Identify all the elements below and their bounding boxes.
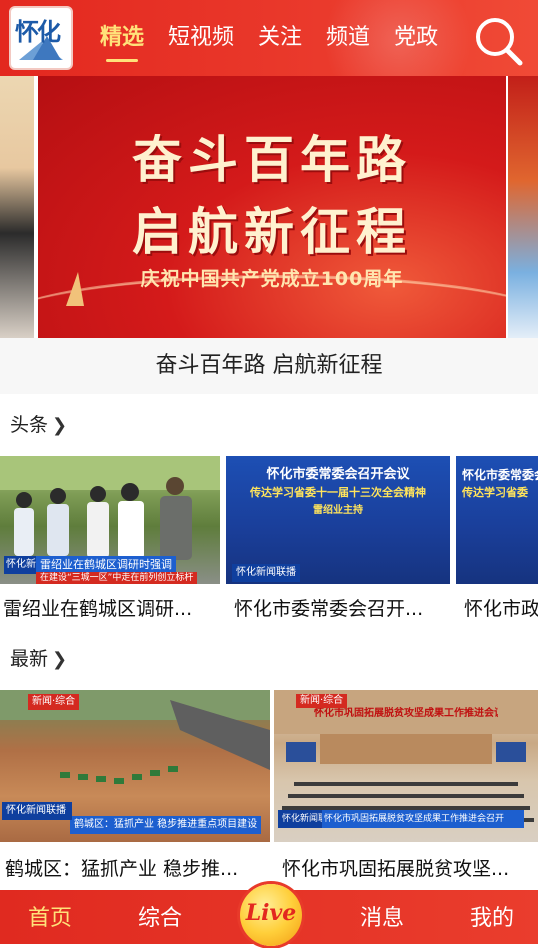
top-header: 怀化 精选 短视频 关注 频道 党政 bbox=[0, 0, 538, 76]
section-header-headlines[interactable]: 头条 ❯ bbox=[10, 410, 67, 440]
latest-card[interactable]: 怀化市巩固拓展脱贫攻坚成果工作推进会议 新闻·综合 怀化市巩固拓展脱贫攻坚成果工… bbox=[274, 690, 538, 886]
banner-slide[interactable]: 奋斗百年路 启航新征程 庆祝中国共产党成立100周年 bbox=[38, 76, 506, 338]
logo-text: 怀化 bbox=[15, 17, 61, 46]
banner-caption[interactable]: 奋斗百年路 启航新征程 bbox=[0, 338, 538, 394]
screen-heading: 怀化市委常委会召开会议 传达学习省委十一届十三次全会精神 雷绍业主持 bbox=[226, 456, 450, 520]
section-title: 最新 bbox=[10, 648, 49, 670]
tab-party-government[interactable]: 党政 bbox=[382, 0, 450, 76]
nav-general[interactable]: 综合 bbox=[128, 890, 192, 944]
next-slide-peek[interactable] bbox=[508, 76, 538, 338]
nav-home[interactable]: 首页 bbox=[18, 890, 82, 944]
banner-carousel[interactable]: 奋斗百年路 启航新征程 庆祝中国共产党成立100周年 bbox=[0, 76, 538, 338]
chevron-right-icon: ❯ bbox=[52, 415, 68, 436]
news-badge: 怀化新闻联播 bbox=[2, 802, 72, 820]
news-badge: 怀化新闻联播 bbox=[278, 810, 322, 828]
news-thumbnail: 雷绍业在鹤城区调研时强调 在建设“三城一区”中走在前列创立标杆 怀化新闻联播 bbox=[0, 456, 220, 584]
tab-featured[interactable]: 精选 bbox=[88, 0, 156, 76]
screen-host: 雷绍业主持 bbox=[313, 505, 363, 516]
live-label: Live bbox=[245, 900, 297, 926]
tab-follow[interactable]: 关注 bbox=[246, 0, 314, 76]
section-title: 头条 bbox=[10, 414, 49, 436]
lower-third-text: 怀化市巩固拓展脱贫攻坚成果工作推进会召开 bbox=[320, 810, 524, 828]
screen-heading-line: 怀化市委常委会 bbox=[462, 468, 538, 482]
section-header-latest[interactable]: 最新 ❯ bbox=[10, 644, 67, 674]
headline-caption: 雷绍业在鹤城区调研... bbox=[3, 598, 193, 620]
lower-third-text: 鹤城区：猛抓产业 稳步推进重点项目建设 bbox=[70, 816, 262, 834]
news-badge: 怀化新闻联播 bbox=[4, 556, 36, 574]
lower-third-text: 在建设“三城一区”中走在前列创立标杆 bbox=[36, 572, 198, 584]
screen-subheading: 传达学习省委 bbox=[462, 486, 528, 499]
app-logo[interactable]: 怀化 bbox=[9, 6, 73, 70]
screen-heading-line: 怀化市委常委会召开会议 bbox=[266, 467, 410, 482]
prev-slide-peek[interactable] bbox=[0, 76, 34, 338]
banner-title-line1: 奋斗百年路 bbox=[132, 130, 412, 189]
search-icon bbox=[476, 18, 523, 66]
latest-card[interactable]: 新闻·综合 鹤城区：猛抓产业 稳步推进重点项目建设 怀化新闻联播 鹤城区：猛抓产… bbox=[0, 690, 270, 886]
screen-heading: 怀化市委常委会 传达学习省委 bbox=[456, 456, 538, 502]
banner-subtitle: 庆祝中国共产党成立100周年 bbox=[140, 268, 404, 290]
nav-live-button[interactable]: Live bbox=[240, 884, 302, 946]
tab-short-video[interactable]: 短视频 bbox=[156, 0, 246, 76]
banner-title-line2: 启航新征程 bbox=[132, 202, 412, 261]
channel-tabs: 精选 短视频 关注 频道 党政 bbox=[88, 0, 450, 76]
latest-caption: 怀化市巩固拓展脱贫攻坚... bbox=[282, 858, 510, 880]
news-thumbnail: 新闻·综合 鹤城区：猛抓产业 稳步推进重点项目建设 怀化新闻联播 bbox=[0, 690, 270, 842]
news-thumbnail: 怀化市委常委会 传达学习省委 bbox=[456, 456, 538, 584]
tab-channels[interactable]: 频道 bbox=[314, 0, 382, 76]
nav-me[interactable]: 我的 bbox=[460, 890, 524, 944]
latest-caption: 鹤城区：猛抓产业 稳步推... bbox=[5, 858, 239, 880]
headline-caption: 怀化市委常委会召开... bbox=[234, 598, 424, 620]
search-button[interactable] bbox=[468, 12, 530, 68]
news-tag: 新闻·综合 bbox=[28, 694, 80, 710]
headline-caption: 怀化市政 bbox=[464, 598, 538, 620]
screen-subheading: 传达学习省委十一届十三次全会精神 bbox=[250, 486, 426, 499]
news-thumbnail: 怀化市委常委会召开会议 传达学习省委十一届十三次全会精神 雷绍业主持 怀化新闻联… bbox=[226, 456, 450, 584]
headline-card[interactable]: 雷绍业在鹤城区调研时强调 在建设“三城一区”中走在前列创立标杆 怀化新闻联播 雷… bbox=[0, 456, 220, 626]
headline-card[interactable]: 怀化市委常委会 传达学习省委 怀化市政 bbox=[456, 456, 538, 626]
headline-card[interactable]: 怀化市委常委会召开会议 传达学习省委十一届十三次全会精神 雷绍业主持 怀化新闻联… bbox=[226, 456, 450, 626]
news-tag: 新闻·综合 bbox=[296, 694, 348, 708]
news-badge: 怀化新闻联播 bbox=[232, 564, 300, 582]
chevron-right-icon: ❯ bbox=[52, 649, 68, 670]
nav-messages[interactable]: 消息 bbox=[350, 890, 414, 944]
news-thumbnail: 怀化市巩固拓展脱贫攻坚成果工作推进会议 新闻·综合 怀化市巩固拓展脱贫攻坚成果工… bbox=[274, 690, 538, 842]
